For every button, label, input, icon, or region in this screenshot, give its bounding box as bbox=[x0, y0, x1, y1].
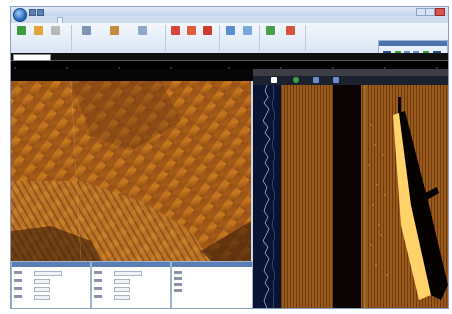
field-label bbox=[174, 277, 182, 280]
ribbon-button[interactable] bbox=[170, 26, 180, 38]
ribbon-button[interactable] bbox=[265, 26, 275, 38]
calibrate-icon bbox=[110, 26, 119, 35]
layers-icon bbox=[243, 26, 252, 35]
field-label bbox=[14, 287, 22, 290]
info-panel-2 bbox=[171, 261, 253, 308]
value-field[interactable] bbox=[114, 279, 130, 284]
field-label bbox=[174, 289, 182, 292]
value-field[interactable] bbox=[34, 271, 62, 276]
ribbon-button[interactable] bbox=[242, 26, 252, 38]
field-label bbox=[14, 295, 22, 298]
value-field[interactable] bbox=[34, 295, 50, 300]
ribbon-tabs bbox=[11, 16, 448, 24]
ribbon-group-4 bbox=[261, 25, 306, 51]
stop-icon[interactable] bbox=[271, 77, 277, 83]
time-input[interactable] bbox=[13, 54, 51, 61]
chart-icon bbox=[266, 26, 275, 35]
close-button[interactable] bbox=[435, 8, 445, 16]
sidescan-pane-title bbox=[253, 69, 448, 76]
ribbon-button[interactable] bbox=[50, 26, 60, 38]
target-red-icon bbox=[203, 26, 212, 35]
waterfall-image bbox=[11, 81, 251, 261]
settings-icon bbox=[82, 26, 91, 35]
field-label bbox=[174, 271, 182, 274]
quick-access-save-icon[interactable] bbox=[29, 9, 36, 16]
field-label bbox=[94, 295, 102, 298]
maximize-button[interactable] bbox=[425, 8, 435, 16]
ruler-ticks bbox=[14, 67, 438, 69]
record-icon[interactable] bbox=[333, 77, 339, 83]
star-icon bbox=[286, 26, 295, 35]
ribbon-button[interactable] bbox=[109, 26, 119, 38]
info-panel-0 bbox=[11, 261, 91, 308]
target-red-icon bbox=[187, 26, 196, 35]
play-icon bbox=[17, 26, 26, 35]
sonar-waterfall-view[interactable] bbox=[11, 81, 251, 261]
value-field[interactable] bbox=[114, 271, 142, 276]
range-ruler bbox=[11, 61, 448, 69]
scroll-panel-title bbox=[379, 41, 447, 46]
ribbon-group-0 bbox=[13, 25, 72, 51]
grid-icon bbox=[226, 26, 235, 35]
ribbon-group-1 bbox=[73, 25, 166, 51]
field-label bbox=[174, 283, 182, 286]
folder-icon bbox=[34, 26, 43, 35]
info-panel-title bbox=[12, 262, 90, 267]
stop-icon bbox=[51, 26, 60, 35]
ribbon-button[interactable] bbox=[81, 26, 91, 38]
ribbon-button[interactable] bbox=[285, 26, 295, 38]
app-menu-orb-icon[interactable] bbox=[13, 8, 27, 22]
ribbon-button[interactable] bbox=[225, 26, 235, 38]
title-bar bbox=[11, 7, 448, 16]
sidescan-toolbar bbox=[253, 76, 448, 90]
field-label bbox=[94, 287, 102, 290]
ribbon-group-2 bbox=[167, 25, 220, 51]
ribbon-button[interactable] bbox=[137, 26, 147, 38]
pause-icon[interactable] bbox=[313, 77, 319, 83]
field-label bbox=[14, 271, 22, 274]
value-field[interactable] bbox=[34, 287, 50, 292]
ribbon-button[interactable] bbox=[33, 26, 43, 38]
ribbon-button[interactable] bbox=[16, 26, 26, 38]
value-field[interactable] bbox=[34, 279, 50, 284]
info-panel-title bbox=[92, 262, 170, 267]
info-panel-1 bbox=[91, 261, 171, 308]
sidescan-pane bbox=[253, 69, 448, 308]
info-panel-title bbox=[172, 262, 252, 267]
target-red-icon bbox=[171, 26, 180, 35]
app-window bbox=[10, 6, 449, 309]
ribbon-button[interactable] bbox=[186, 26, 196, 38]
sidescan-image bbox=[281, 85, 448, 308]
sidescan-sonar-view[interactable] bbox=[281, 85, 448, 308]
field-label bbox=[94, 271, 102, 274]
signal-trace bbox=[262, 85, 276, 308]
ribbon bbox=[11, 23, 448, 70]
field-label bbox=[94, 279, 102, 282]
quick-access-undo-icon[interactable] bbox=[37, 9, 44, 16]
field-label bbox=[14, 279, 22, 282]
value-field[interactable] bbox=[114, 287, 130, 292]
ribbon-button[interactable] bbox=[202, 26, 212, 38]
time-bar bbox=[11, 53, 448, 61]
signal-trace-strip bbox=[253, 85, 281, 308]
ribbon-group-3 bbox=[221, 25, 260, 51]
value-field[interactable] bbox=[114, 295, 130, 300]
measure-icon bbox=[138, 26, 147, 35]
play-icon[interactable] bbox=[293, 77, 299, 83]
